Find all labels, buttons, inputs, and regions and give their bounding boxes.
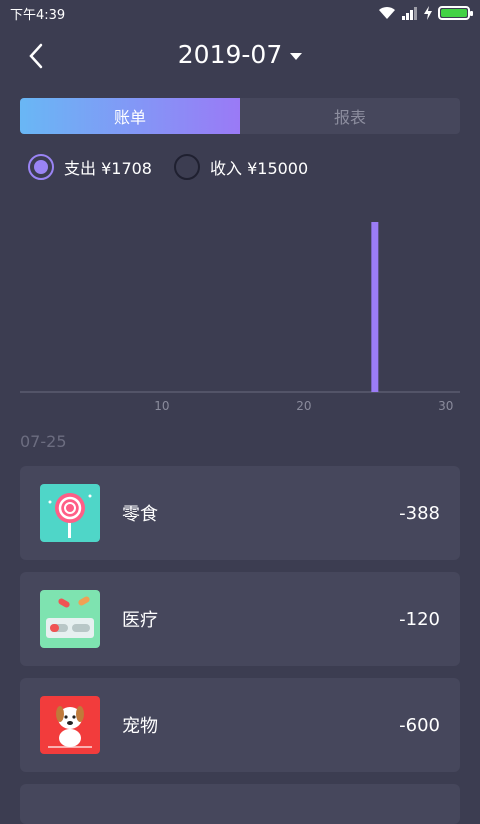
- caret-down-icon: [290, 52, 303, 60]
- chart-bar: [371, 222, 379, 392]
- x-tick-label: 20: [296, 399, 311, 413]
- tab-report[interactable]: 报表: [240, 98, 460, 134]
- charging-icon: [424, 6, 432, 20]
- income-toggle[interactable]: 收入 ¥15000: [174, 154, 308, 180]
- daily-chart: 10 20 30: [20, 196, 460, 418]
- amount: -388: [399, 502, 440, 524]
- date-header: 07-25: [20, 432, 67, 451]
- category-name: 医疗: [122, 610, 158, 631]
- list-item[interactable]: 零食 -388: [20, 466, 460, 560]
- pills-icon: [40, 590, 100, 648]
- chart-svg: 10 20 30: [20, 222, 460, 413]
- x-tick-label: 30: [438, 399, 453, 413]
- radio-selected-icon: [28, 154, 54, 180]
- lollipop-icon: [40, 484, 100, 542]
- month-label: 2019-07: [177, 40, 283, 69]
- expense-label: 支出 ¥1708: [64, 159, 152, 178]
- status-bar: 下午4:39: [0, 0, 480, 26]
- wifi-icon: [379, 6, 395, 19]
- view-tabs: 账单 报表: [20, 98, 460, 134]
- list-item[interactable]: [20, 784, 460, 824]
- category-name: 零食: [122, 504, 158, 525]
- dog-icon: [40, 696, 100, 754]
- income-label: 收入 ¥15000: [210, 159, 309, 178]
- amount: -120: [399, 608, 440, 630]
- month-picker[interactable]: 2019-07: [0, 40, 480, 69]
- list-item[interactable]: 医疗 -120: [20, 572, 460, 666]
- list-item[interactable]: 宠物 -600: [20, 678, 460, 772]
- type-toggles: 支出 ¥1708 收入 ¥15000: [28, 152, 308, 182]
- x-tick-label: 10: [154, 399, 169, 413]
- header: 2019-07: [0, 30, 480, 86]
- radio-unselected-icon: [174, 154, 200, 180]
- battery-icon: [438, 6, 473, 20]
- status-icons: [378, 6, 473, 20]
- tab-bill[interactable]: 账单: [20, 98, 240, 134]
- category-name: 宠物: [122, 716, 158, 737]
- status-time: 下午4:39: [10, 7, 66, 23]
- expense-toggle[interactable]: 支出 ¥1708: [28, 154, 152, 180]
- amount: -600: [399, 714, 440, 736]
- signal-icon: [402, 7, 417, 20]
